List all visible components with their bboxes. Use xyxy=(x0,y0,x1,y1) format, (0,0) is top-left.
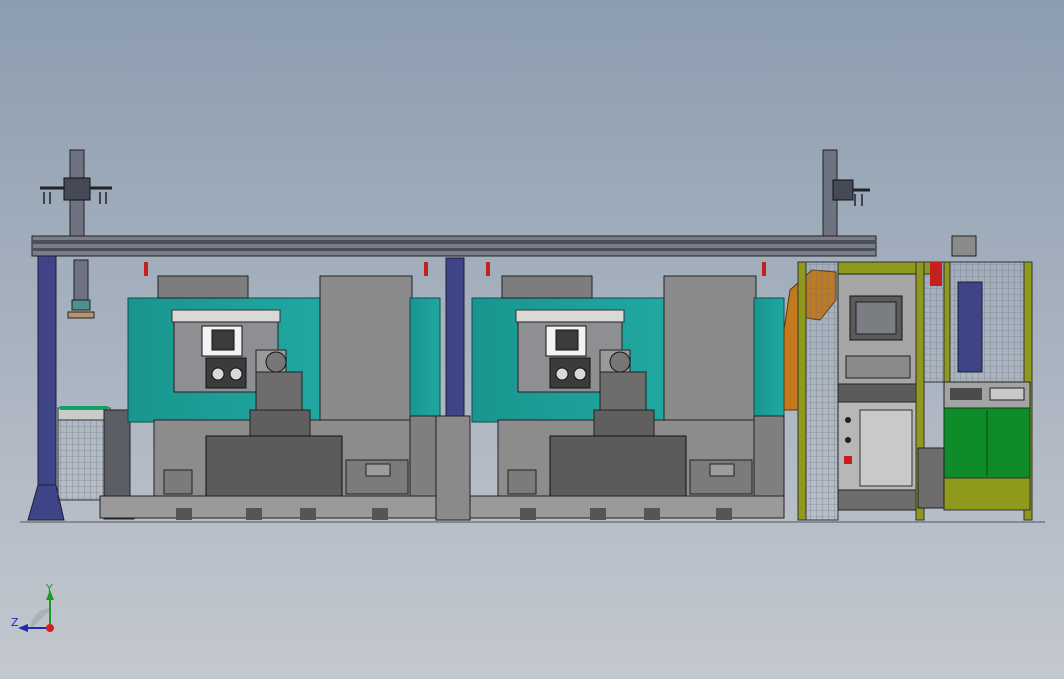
triad-z-label: Z xyxy=(11,616,19,629)
machine-gap-cabinet xyxy=(435,415,471,521)
triad-z-arrow xyxy=(18,624,28,632)
gantry-beam xyxy=(31,235,877,257)
cad-viewport[interactable]: Y Z xyxy=(0,0,1064,679)
triad-origin xyxy=(46,624,54,632)
cnc-lathe-1[interactable] xyxy=(99,275,441,520)
robot-cell xyxy=(783,235,1033,521)
lathe-chip-conveyor xyxy=(205,435,343,497)
cnc-lathe-2[interactable] xyxy=(443,275,785,521)
triad-y-label: Y xyxy=(45,582,53,595)
gantry-column-left xyxy=(37,255,57,517)
cad-assembly-drawing: Y Z xyxy=(11,149,1045,632)
view-triad: Y Z xyxy=(11,582,54,632)
